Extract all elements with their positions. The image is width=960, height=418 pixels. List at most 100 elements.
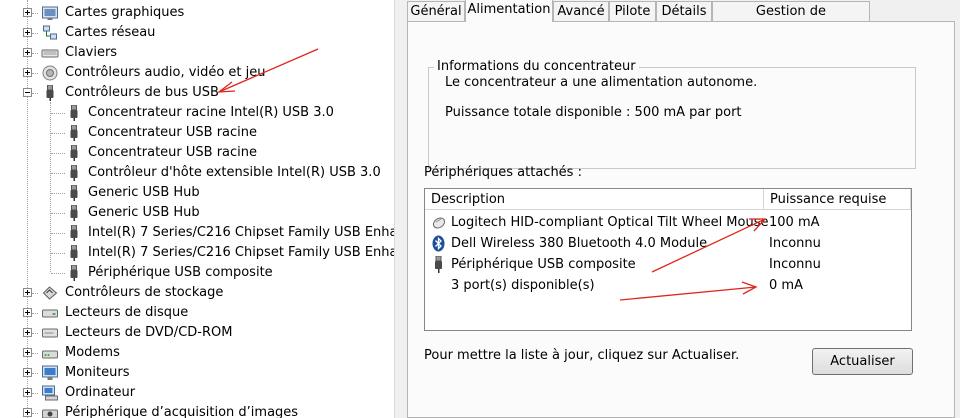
tree-item-label: Moniteurs <box>65 365 130 380</box>
expand-icon[interactable] <box>23 288 32 297</box>
tree-category-item[interactable]: Périphérique d’acquisition d’images <box>0 403 394 418</box>
tree-item-label: Claviers <box>65 45 118 60</box>
bluetooth-icon <box>432 235 445 252</box>
tree-item-label: Concentrateur USB racine <box>88 145 257 160</box>
tab-details[interactable]: Détails <box>656 1 712 21</box>
tree-category-item[interactable]: Claviers <box>0 43 394 63</box>
expand-icon[interactable] <box>23 348 32 357</box>
tree-child-item[interactable]: Generic USB Hub <box>0 183 394 203</box>
list-item[interactable]: Dell Wireless 380 Bluetooth 4.0 Module I… <box>425 233 911 254</box>
tab-advanced[interactable]: Avancé <box>553 1 609 21</box>
tree-child-item[interactable]: Concentrateur USB racine <box>0 143 394 163</box>
tree-category-item[interactable]: Lecteurs de DVD/CD-ROM <box>0 323 394 343</box>
device-description: Dell Wireless 380 Bluetooth 4.0 Module <box>451 236 708 251</box>
device-power: Inconnu <box>769 257 821 272</box>
tree-item-label: Intel(R) 7 Series/C216 Chipset Family US… <box>88 245 394 260</box>
tree-item-label: Lecteurs de disque <box>65 305 189 320</box>
properties-dialog: Général Alimentation Avancé Pilote Détai… <box>402 0 960 418</box>
usb-plug-icon <box>70 245 78 261</box>
usb-plug-icon <box>46 85 54 101</box>
tree-branch-line <box>32 53 38 54</box>
hub-info-legend: Informations du concentrateur <box>434 59 639 75</box>
monitor-icon <box>42 365 58 380</box>
tree-category-item[interactable]: Modems <box>0 343 394 363</box>
device-power: 100 mA <box>769 215 820 230</box>
expand-icon[interactable] <box>23 408 32 417</box>
tree-category-item[interactable]: Lecteurs de disque <box>0 303 394 323</box>
tree-item-label: Contrôleur d'hôte extensible Intel(R) US… <box>88 165 381 180</box>
storage-controller-icon <box>42 286 58 300</box>
list-item[interactable]: 3 port(s) disponible(s) 0 mA <box>425 275 911 296</box>
usb-plug-icon <box>70 225 78 241</box>
speaker-icon <box>42 65 58 81</box>
tree-child-item[interactable]: Concentrateur USB racine <box>0 123 394 143</box>
tree-item-label: Contrôleurs de bus USB <box>65 85 219 100</box>
refresh-button[interactable]: Actualiser <box>812 348 913 375</box>
tree-branch-line <box>32 93 38 94</box>
tree-branch-line <box>32 73 38 74</box>
tree-branch-line <box>51 253 65 254</box>
tree-category-item[interactable]: Contrôleurs audio, vidéo et jeu <box>0 63 394 83</box>
list-item[interactable]: Périphérique USB composite Inconnu <box>425 254 911 275</box>
tree-branch-line <box>32 333 38 334</box>
disk-drive-icon <box>42 309 58 318</box>
tree-branch-line <box>51 213 65 214</box>
expand-icon[interactable] <box>23 328 32 337</box>
tree-category-item[interactable]: Cartes graphiques <box>0 3 394 23</box>
usb-plug-icon <box>70 205 78 221</box>
expand-icon[interactable] <box>23 48 32 57</box>
expand-icon[interactable] <box>23 368 32 377</box>
expand-icon[interactable] <box>23 308 32 317</box>
keyboard-icon <box>41 49 59 58</box>
tree-child-item[interactable]: Intel(R) 7 Series/C216 Chipset Family US… <box>0 223 394 243</box>
tree-category-item[interactable]: Contrôleurs de bus USB <box>0 83 394 103</box>
tree-item-label: Périphérique USB composite <box>88 265 273 280</box>
tree-item-label: Concentrateur racine Intel(R) USB 3.0 <box>88 105 334 120</box>
tree-item-label: Lecteurs de DVD/CD-ROM <box>65 325 233 340</box>
expand-icon[interactable] <box>23 68 32 77</box>
collapse-icon[interactable] <box>23 88 32 97</box>
tree-branch-line <box>32 33 38 34</box>
tab-power-management[interactable]: Gestion de l’alimentation <box>712 1 870 39</box>
tree-category-item[interactable]: Moniteurs <box>0 363 394 383</box>
attached-devices-list[interactable]: Description Puissance requise Logitech H… <box>424 188 912 331</box>
dvd-drive-icon <box>42 328 58 338</box>
tree-child-item[interactable]: Périphérique USB composite <box>0 263 394 283</box>
computer-icon <box>42 385 58 401</box>
expand-icon[interactable] <box>23 8 32 17</box>
tree-category-item[interactable]: Contrôleurs de stockage <box>0 283 394 303</box>
tree-item-label: Contrôleurs de stockage <box>65 285 224 300</box>
tree-branch-line <box>51 153 65 154</box>
device-tree: Cartes graphiques Cartes réseau Claviers Co… <box>0 0 394 418</box>
modem-icon <box>42 350 58 359</box>
tree-item-label: Cartes graphiques <box>65 5 185 20</box>
tree-category-item[interactable]: Ordinateur <box>0 383 394 403</box>
column-header-description[interactable]: Description <box>425 189 764 210</box>
tree-child-item[interactable]: Contrôleur d'hôte extensible Intel(R) US… <box>0 163 394 183</box>
tab-driver[interactable]: Pilote <box>609 1 656 21</box>
list-item[interactable]: Logitech HID-compliant Optical Tilt Whee… <box>425 212 911 233</box>
device-description: Logitech HID-compliant Optical Tilt Whee… <box>451 215 769 230</box>
device-power: 0 mA <box>769 278 803 293</box>
tree-branch-line <box>32 293 38 294</box>
tree-child-item[interactable]: Generic USB Hub <box>0 203 394 223</box>
tree-branch-line <box>51 173 65 174</box>
power-tab-page: Informations du concentrateur Le concent… <box>407 21 955 418</box>
column-header-power[interactable]: Puissance requise <box>764 189 911 210</box>
usb-plug-icon <box>70 145 78 161</box>
usb-plug-icon <box>435 256 442 273</box>
tree-child-item[interactable]: Intel(R) 7 Series/C216 Chipset Family US… <box>0 243 394 263</box>
device-power: Inconnu <box>769 236 821 251</box>
expand-icon[interactable] <box>23 28 32 37</box>
tree-item-label: Contrôleurs audio, vidéo et jeu <box>65 65 266 80</box>
tab-general[interactable]: Général <box>407 1 465 21</box>
tab-power[interactable]: Alimentation <box>465 0 553 22</box>
tree-category-item[interactable]: Cartes réseau <box>0 23 394 43</box>
tree-item-label: Concentrateur USB racine <box>88 125 257 140</box>
tree-item-label: Generic USB Hub <box>88 205 200 220</box>
tree-branch-line <box>32 413 38 414</box>
usb-plug-icon <box>70 125 78 141</box>
tree-child-item[interactable]: Concentrateur racine Intel(R) USB 3.0 <box>0 103 394 123</box>
expand-icon[interactable] <box>23 388 32 397</box>
total-power-text: Puissance totale disponible : 500 mA par… <box>445 105 742 120</box>
